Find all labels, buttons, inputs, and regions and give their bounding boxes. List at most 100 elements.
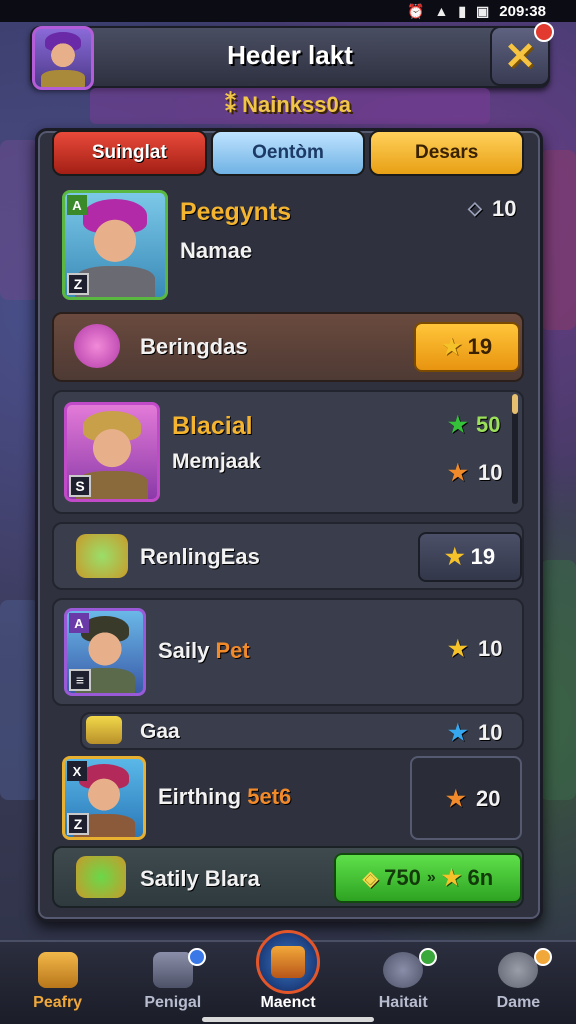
potion-chest-icon	[76, 856, 126, 898]
status-time: 209:38	[499, 2, 546, 20]
coin-icon: ◈	[362, 867, 379, 890]
diamond-icon: ◇	[468, 198, 482, 218]
dice-icon	[498, 952, 539, 988]
level-badge: Z	[67, 813, 89, 835]
claim-value-right: 6n	[467, 865, 494, 890]
background-building	[0, 140, 40, 300]
hero-name-second: 5et6	[247, 784, 292, 809]
hero-name: Eirthing 5et6	[158, 784, 291, 810]
hero-portrait: A ≡	[64, 608, 146, 696]
star-icon: ★	[444, 544, 465, 569]
reward-label: RenlingEas	[140, 544, 260, 569]
hero-portrait: A Z	[62, 190, 168, 300]
hero-value-box[interactable]: ★ 20	[410, 756, 522, 840]
status-bar: ⏰ ▲ ▮ ▣ 209:38	[0, 0, 576, 22]
nav-label: Maenct	[260, 994, 316, 1011]
reward-button[interactable]: ★ 19	[414, 322, 520, 372]
scrollbar-thumb[interactable]	[512, 394, 518, 414]
scrollbar[interactable]	[512, 394, 518, 504]
notification-badge	[534, 948, 553, 966]
star-icon: ★	[448, 412, 468, 437]
candy-icon	[74, 324, 120, 368]
reward-value: 10	[478, 720, 503, 745]
notification-dot	[534, 22, 554, 42]
reward-label: Gaa	[140, 720, 180, 743]
avatar-portrait	[35, 29, 91, 87]
chest-icon	[37, 952, 78, 988]
treasure-map-icon	[256, 930, 320, 994]
nav-item-peafry[interactable]: Peafry	[0, 942, 115, 1024]
star-icon: ★	[446, 786, 466, 811]
reward-row[interactable]: Satily Blara ◈ 750 » ★ 6n	[52, 846, 524, 908]
gold-bar-icon	[86, 716, 122, 744]
shield-icon	[383, 952, 424, 988]
rank-badge: A	[69, 613, 89, 633]
star-icon: ★	[448, 636, 468, 661]
nav-label: Dame	[496, 994, 541, 1011]
battery-icon: ▣	[476, 2, 490, 19]
player-avatar[interactable]	[32, 26, 94, 90]
hero-value-secondary: 10	[478, 460, 503, 485]
reward-value: 19	[467, 334, 493, 359]
hero-name: Blacial	[172, 412, 253, 440]
camera-icon	[152, 952, 193, 988]
alarm-icon: ⏰	[407, 2, 425, 19]
level-badge: ≡	[69, 669, 91, 691]
subtitle: ⁑ Nainkss0a	[225, 92, 351, 117]
header-bar: Heder lakt ✕	[30, 22, 554, 90]
reward-value: 19	[470, 544, 496, 569]
nav-label: Penigal	[144, 994, 202, 1011]
hero-value-primary: 50	[476, 412, 501, 437]
nav-item-haitait[interactable]: Haitait	[346, 942, 461, 1024]
reward-label: Satily Blara	[140, 866, 260, 891]
hero-row[interactable]: X Z Eirthing 5et6 ★ 20	[52, 756, 524, 840]
nav-label: Haitait	[378, 994, 428, 1011]
claim-button[interactable]: ◈ 750 » ★ 6n	[334, 853, 522, 903]
hero-portrait: X Z	[62, 756, 146, 840]
reward-label: Beringdas	[140, 334, 248, 359]
nav-item-penigal[interactable]: Penigal	[115, 942, 230, 1024]
hero-subtitle: Namae	[180, 238, 253, 263]
hero-value: 10	[478, 636, 503, 661]
signal-icon: ▮	[458, 2, 467, 19]
nav-item-dame[interactable]: Dame	[461, 942, 576, 1024]
star-icon: ★	[441, 334, 462, 359]
level-badge: S	[69, 475, 91, 497]
star-icon: ★	[441, 865, 462, 890]
arrow-icon: »	[426, 869, 436, 886]
notification-badge	[418, 948, 437, 966]
notification-badge	[188, 948, 207, 966]
hero-portrait: S	[64, 402, 160, 502]
hero-row[interactable]: A ≡ Saily Pet ★ 10	[52, 598, 524, 706]
reward-row[interactable]: RenlingEas ★ 19	[52, 522, 524, 590]
map-scroll-icon	[271, 946, 305, 978]
hero-subtitle: Memjaak	[172, 450, 261, 473]
claim-value-left: 750	[384, 865, 421, 890]
reward-row[interactable]: Beringdas ★ 19	[52, 312, 524, 382]
tab-suinglat[interactable]: Suinglat	[52, 130, 207, 176]
tab-oentom[interactable]: Oentòm	[210, 130, 366, 176]
hero-value: 20	[476, 786, 501, 811]
background-building	[540, 150, 576, 330]
star-icon: ★	[448, 720, 468, 745]
page-title: Heder lakt	[227, 40, 353, 70]
rank-badge: A	[67, 195, 87, 215]
star-icon: ★	[448, 460, 468, 485]
reward-row[interactable]: Gaa ★ 10	[80, 712, 524, 750]
background-building	[540, 560, 576, 800]
hero-value: 10	[492, 196, 517, 221]
hero-row[interactable]: S Blacial Memjaak ★ 50 ★ 10	[52, 390, 524, 514]
rank-badge: X	[67, 761, 87, 781]
tab-desars[interactable]: Desars	[369, 130, 525, 176]
tab-bar: Suinglat Oentòm Desars	[52, 130, 525, 176]
hero-row[interactable]: A Z Peegynts Namae ◇ 10	[52, 186, 524, 304]
hero-name-first: Saily	[158, 638, 210, 663]
wifi-icon: ▲	[434, 3, 449, 19]
home-indicator[interactable]	[202, 1017, 374, 1022]
nav-item-maenct[interactable]: Maenct	[230, 930, 345, 1024]
hero-name-second: Pet	[215, 638, 250, 663]
reward-button[interactable]: ★ 19	[418, 532, 522, 582]
close-button[interactable]: ✕	[490, 22, 554, 86]
background-building	[0, 600, 40, 800]
hero-name: Peegynts	[180, 198, 292, 226]
